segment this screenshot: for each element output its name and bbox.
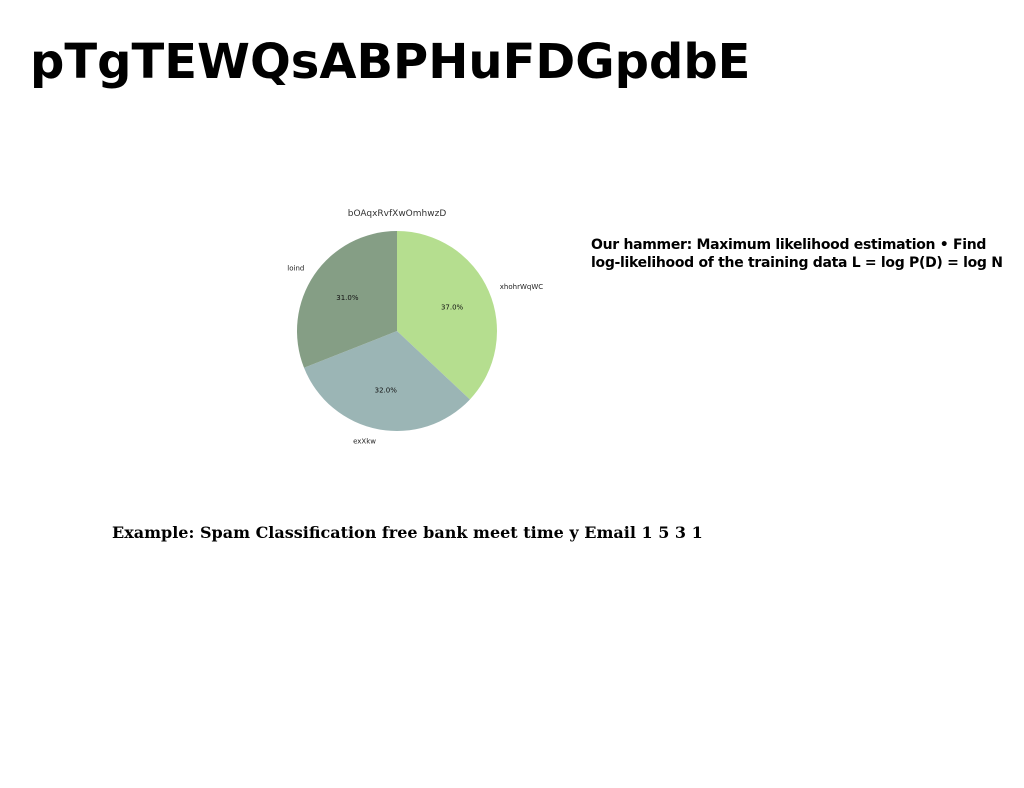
pie-category-label: xhohrWqWC — [500, 283, 543, 291]
pie-chart-svg: bOAqxRvfXwOmhwzD 37.0% xhohrWqWC 32.0% exXk… — [287, 209, 543, 446]
pie-value-label: 31.0% — [336, 294, 359, 302]
pie-slices — [297, 231, 497, 431]
pie-value-label: 37.0% — [441, 304, 464, 312]
chart-title: bOAqxRvfXwOmhwzD — [348, 209, 447, 219]
pie-category-label: exXkw — [353, 438, 376, 446]
pie-value-label: 32.0% — [375, 386, 398, 394]
side-text: Our hammer: Maximum likelihood estimatio… — [591, 236, 1024, 272]
side-text-line-2: log-likelihood of the training data L = … — [591, 255, 1003, 271]
side-text-line-1: Our hammer: Maximum likelihood estimatio… — [591, 237, 987, 253]
pie-category-label: loind — [287, 265, 304, 273]
pie-chart: bOAqxRvfXwOmhwzD 37.0% xhohrWqWC 32.0% exXk… — [270, 195, 570, 455]
slide: pTgTEWQsABPHuFDGpdbE bOAqxRvfXwOmhwzD 37… — [0, 0, 1024, 788]
example-text: Example: Spam Classification free bank m… — [112, 523, 703, 542]
slide-title: pTgTEWQsABPHuFDGpdbE — [30, 34, 751, 90]
